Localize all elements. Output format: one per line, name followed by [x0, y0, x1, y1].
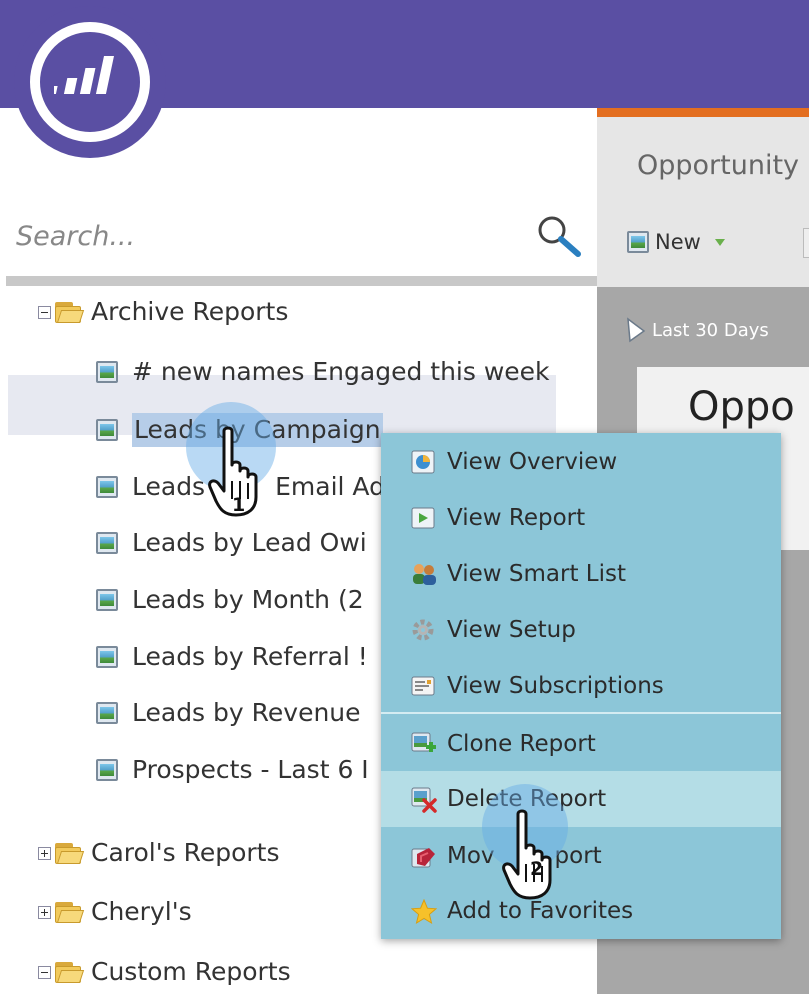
- new-button-label: New: [655, 230, 701, 254]
- chevron-down-icon: [714, 238, 725, 246]
- menu-item-add-to-favorites[interactable]: Add to Favorites: [381, 883, 781, 939]
- funnel-icon: [627, 317, 646, 343]
- report-icon: [96, 476, 118, 498]
- tree-item-report[interactable]: Prospects - Last 6 I: [96, 750, 369, 790]
- tree-item-report[interactable]: Leads by Revenue: [96, 693, 361, 733]
- report-header-area: [597, 117, 809, 287]
- logo-ring: [30, 22, 150, 142]
- report-label: Prospects - Last 6 I: [132, 755, 369, 784]
- delete-icon: [411, 787, 437, 813]
- expand-icon[interactable]: [38, 846, 51, 860]
- people-icon: [411, 562, 436, 586]
- menu-item-label: View Overview: [447, 449, 618, 475]
- hand-cursor-icon: [502, 809, 552, 900]
- folder-icon: [55, 300, 85, 324]
- report-icon: [96, 589, 118, 611]
- report-icon: [96, 646, 118, 668]
- menu-item-label: View Report: [447, 505, 586, 531]
- report-label: Leads: [132, 472, 206, 501]
- date-filter[interactable]: Last 30 Days: [626, 317, 769, 343]
- tree-item-report[interactable]: Leads by Referral !: [96, 637, 368, 677]
- folder-label: Cheryl's: [91, 897, 192, 926]
- tree-folder-carols-reports[interactable]: Carol's Reports: [38, 833, 280, 873]
- tree-folder-archive-reports[interactable]: Archive Reports: [38, 292, 288, 332]
- date-filter-label: Last 30 Days: [652, 319, 769, 341]
- report-label: # new names Engaged this week: [132, 357, 550, 386]
- folder-label: Archive Reports: [91, 297, 289, 326]
- tree-item-report[interactable]: Leads by Lead Owi: [96, 523, 367, 563]
- expand-icon[interactable]: [38, 905, 51, 919]
- step-number-1: 1: [232, 494, 246, 516]
- report-label: Leads by Revenue: [132, 698, 361, 727]
- report-icon: [96, 419, 118, 441]
- page-title: Opportunity: [637, 150, 800, 181]
- tree-item-report[interactable]: Leads by Month (2: [96, 580, 364, 620]
- menu-item-view-setup[interactable]: View Setup: [381, 602, 781, 658]
- toolbar-button-partial[interactable]: [803, 228, 809, 258]
- menu-item-view-subscriptions[interactable]: View Subscriptions: [381, 658, 781, 714]
- tree-folder-cheryls[interactable]: Cheryl's: [38, 892, 192, 932]
- menu-item-label: Add to Favorites: [447, 898, 634, 924]
- report-icon: [96, 361, 118, 383]
- collapse-icon[interactable]: [38, 305, 51, 319]
- menu-item-clone-report[interactable]: Clone Report: [381, 716, 781, 772]
- tree-folder-custom-reports[interactable]: Custom Reports: [38, 952, 291, 992]
- context-menu: View Overview View Report View Smart Lis…: [381, 433, 781, 939]
- menu-item-label: Clone Report: [447, 731, 596, 757]
- menu-item-view-overview[interactable]: View Overview: [381, 434, 781, 490]
- report-icon: [411, 506, 435, 530]
- subscription-icon: [411, 674, 435, 698]
- report-icon: [96, 702, 118, 724]
- report-label: Leads by Lead Owi: [132, 528, 367, 557]
- menu-item-view-report[interactable]: View Report: [381, 490, 781, 546]
- folder-icon: [55, 900, 85, 924]
- report-icon: [96, 532, 118, 554]
- collapse-icon[interactable]: [38, 965, 51, 979]
- menu-item-move-report[interactable]: Mov port: [381, 828, 781, 884]
- gear-icon: [411, 618, 435, 642]
- step-number-2: 2: [530, 858, 544, 880]
- folder-label: Custom Reports: [91, 957, 291, 986]
- star-icon: [410, 898, 438, 925]
- move-icon: [411, 844, 435, 868]
- search-icon[interactable]: [536, 214, 586, 258]
- menu-item-label: View Smart List: [447, 561, 626, 587]
- bar-chart-logo-icon: [54, 56, 114, 94]
- report-card-title: Oppo: [688, 384, 795, 430]
- report-icon: [627, 231, 649, 253]
- menu-item-view-smart-list[interactable]: View Smart List: [381, 546, 781, 602]
- menu-divider: [381, 712, 781, 714]
- marketo-logo[interactable]: [14, 6, 166, 158]
- new-button[interactable]: New: [627, 230, 725, 254]
- report-label: Leads by Month (2: [132, 585, 364, 614]
- report-label: Leads by Referral !: [132, 642, 368, 671]
- menu-item-label: View Setup: [447, 617, 576, 643]
- divider: [6, 276, 597, 286]
- clone-icon: [411, 732, 436, 756]
- report-icon: [96, 759, 118, 781]
- folder-label: Carol's Reports: [91, 838, 280, 867]
- tree-item-report[interactable]: # new names Engaged this week: [96, 352, 550, 392]
- folder-icon: [55, 960, 85, 984]
- overview-icon: [411, 450, 435, 474]
- folder-icon: [55, 841, 85, 865]
- search-input[interactable]: [16, 216, 516, 256]
- accent-bar: [597, 108, 809, 117]
- menu-item-delete-report[interactable]: Delete Report: [381, 771, 781, 827]
- report-label-continued: Email Ad: [275, 472, 385, 501]
- menu-item-label: View Subscriptions: [447, 673, 664, 699]
